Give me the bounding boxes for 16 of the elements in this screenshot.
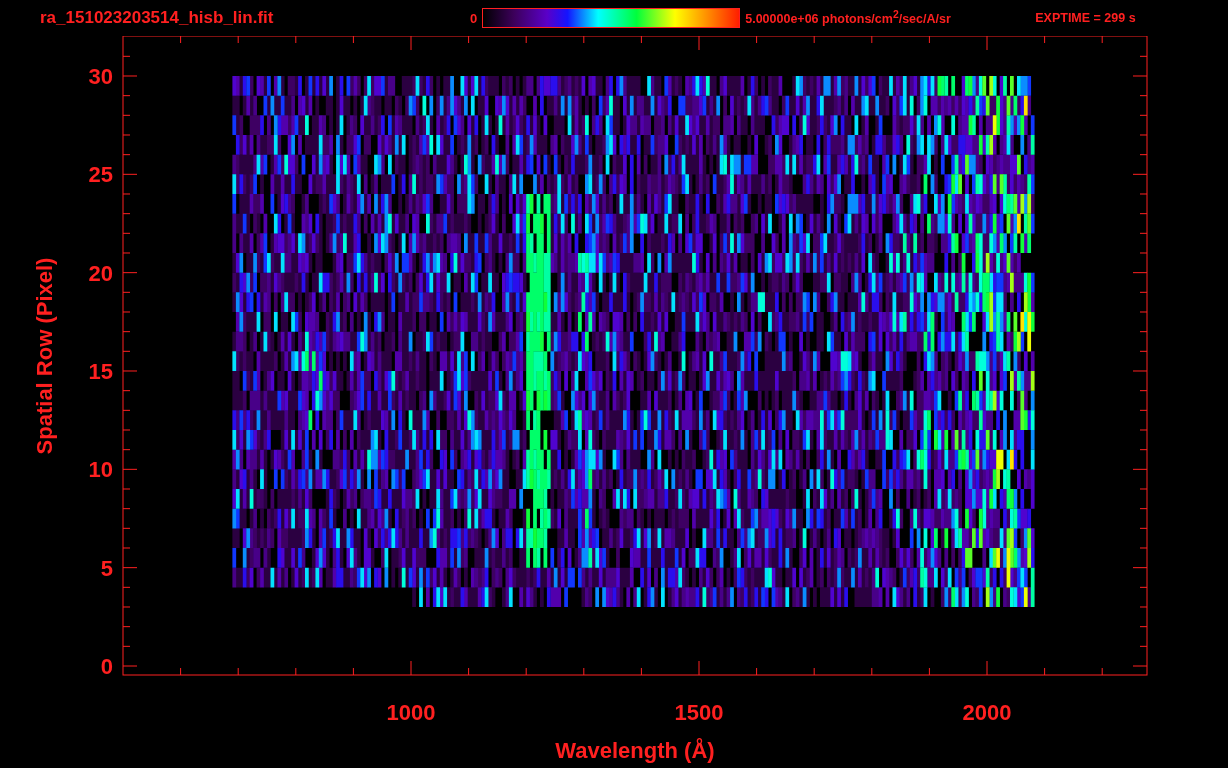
y-tick-label: 10 [88, 457, 113, 483]
y-tick-label: 15 [88, 359, 113, 384]
y-tick-label: 20 [88, 260, 113, 286]
x-tick-label: 1500 [674, 700, 724, 725]
x-axis-title: Wavelength (Å) [555, 738, 715, 763]
y-tick-label: 5 [100, 555, 113, 581]
y-axis-title: Spatial Row (Pixel) [32, 257, 57, 455]
x-tick-label: 1000 [386, 700, 436, 725]
file-title: ra_151023203514_hisb_lin.fit [40, 8, 275, 28]
x-tick-label: 2000 [962, 700, 1012, 725]
y-tick-label: 30 [88, 64, 113, 89]
colorbar-min-label: 0 [470, 10, 478, 26]
exposure-time-label: EXPTIME = 299 s [1035, 11, 1136, 25]
y-tick-label: 25 [88, 162, 113, 188]
y-tick-label: 0 [100, 654, 113, 679]
colorbar-max-label: 5.00000e+06 photons/cm$^{2}$/sec/A/sr [745, 9, 952, 27]
